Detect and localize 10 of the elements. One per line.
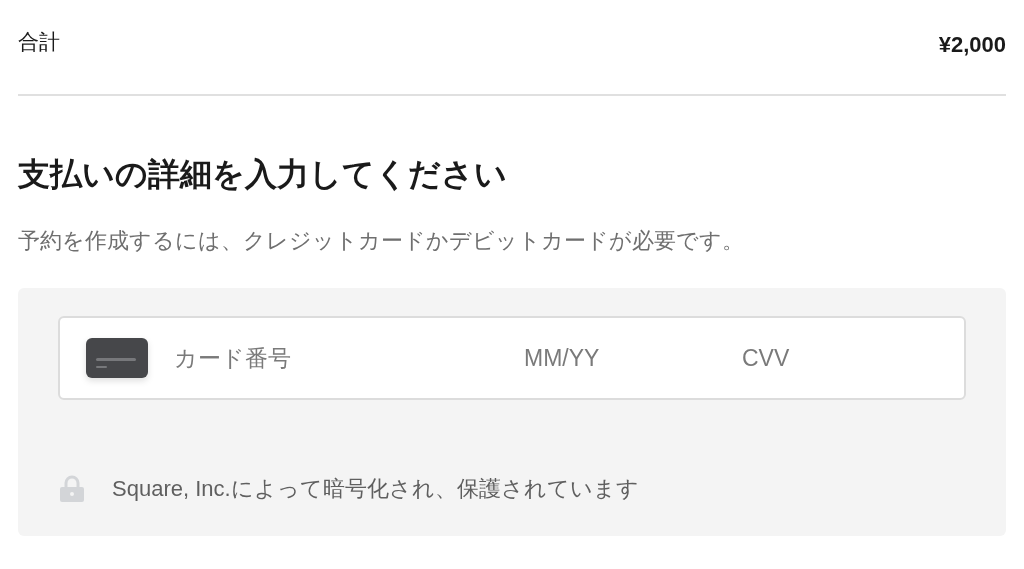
card-number-field[interactable]: カード番号 [174, 338, 514, 378]
security-note: Square, Inc.によって暗号化され、保護されています [112, 475, 639, 503]
credit-card-icon [86, 338, 148, 378]
lock-icon [58, 474, 86, 503]
total-label: 合計 [18, 29, 60, 55]
total-amount: ¥2,000 [938, 31, 1006, 59]
cvv-field[interactable]: CVV [742, 338, 902, 378]
description: 予約を作成するには、クレジットカードかデビットカードが必要です。 [18, 227, 745, 255]
heading: 支払いの詳細を入力してください [18, 155, 508, 194]
expiry-field[interactable]: MM/YY [524, 338, 724, 378]
